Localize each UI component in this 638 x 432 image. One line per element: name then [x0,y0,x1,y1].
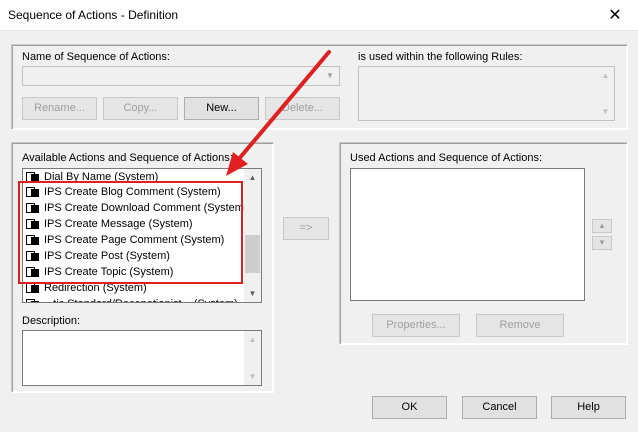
list-item[interactable]: ...tic Standard/Recepetionist... (System… [25,296,238,302]
chevron-down-icon[interactable]: ▼ [322,68,338,84]
scroll-up-icon[interactable]: ▲ [597,67,614,84]
used-label: Used Actions and Sequence of Actions: [350,152,543,164]
add-action-button[interactable]: => [283,217,329,240]
annotation-highlight-box [18,181,243,284]
help-button[interactable]: Help [551,396,626,419]
scroll-down-icon[interactable]: ▼ [244,285,261,302]
used-within-label: is used within the following Rules: [358,51,523,63]
copy-button[interactable]: Copy... [103,97,178,120]
available-scrollbar[interactable]: ▲ ▼ [244,169,261,302]
properties-button[interactable]: Properties... [372,314,460,337]
rules-list[interactable]: ▲ ▼ [358,66,615,121]
delete-button[interactable]: Delete... [265,97,340,120]
arrow-up-icon: ▲ [598,221,606,230]
window-title: Sequence of Actions - Definition [8,8,179,22]
rename-button[interactable]: Rename... [22,97,97,120]
scroll-up-icon[interactable]: ▲ [244,331,261,348]
remove-button[interactable]: Remove [476,314,564,337]
list-item-label: ...tic Standard/Recepetionist... (System… [44,298,238,302]
action-icon [25,298,41,302]
description-scrollbar[interactable]: ▲ ▼ [244,331,261,385]
description-field[interactable]: ▲ ▼ [22,330,262,386]
available-label: Available Actions and Sequence of Action… [22,152,233,164]
scroll-down-icon[interactable]: ▼ [244,368,261,385]
rules-scrollbar[interactable]: ▲ ▼ [597,67,614,120]
scroll-thumb[interactable] [245,235,260,273]
description-label: Description: [22,315,81,327]
new-button[interactable]: New... [184,97,259,120]
arrow-down-icon: ▼ [598,238,606,247]
scroll-up-icon[interactable]: ▲ [244,169,261,186]
move-down-button[interactable]: ▼ [592,236,612,250]
move-up-button[interactable]: ▲ [592,219,612,233]
scroll-down-icon[interactable]: ▼ [597,103,614,120]
name-combo[interactable]: ▼ [22,66,340,86]
name-label: Name of Sequence of Actions: [22,51,170,63]
ok-button[interactable]: OK [372,396,447,419]
title-bar: Sequence of Actions - Definition ✕ [0,0,638,31]
cancel-button[interactable]: Cancel [462,396,537,419]
used-list[interactable] [350,168,585,301]
close-icon[interactable]: ✕ [592,0,638,30]
